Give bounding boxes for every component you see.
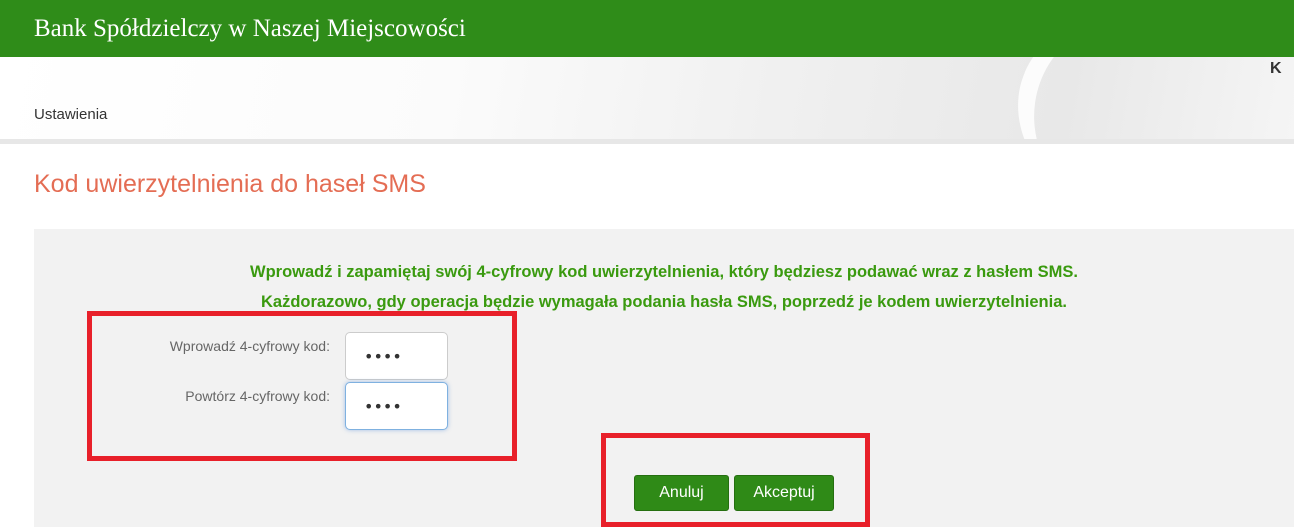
- user-name-truncated: K: [1270, 60, 1282, 77]
- page-title: Kod uwierzytelnienia do haseł SMS: [34, 170, 426, 198]
- instruction-text: Wprowadź i zapamiętaj swój 4-cyfrowy kod…: [34, 257, 1294, 317]
- header-divider: [0, 139, 1294, 144]
- cancel-button[interactable]: Anuluj: [634, 475, 729, 511]
- banner-decoration: [988, 57, 1282, 139]
- menu-item-settings[interactable]: Ustawienia: [34, 106, 107, 123]
- header-banner: [0, 57, 1294, 139]
- bank-name: Bank Spółdzielczy w Naszej Miejscowości: [34, 15, 466, 42]
- instruction-line-1: Wprowadź i zapamiętaj swój 4-cyfrowy kod…: [250, 263, 1078, 281]
- accept-button[interactable]: Akceptuj: [734, 475, 834, 511]
- highlight-box-inputs: [87, 311, 517, 461]
